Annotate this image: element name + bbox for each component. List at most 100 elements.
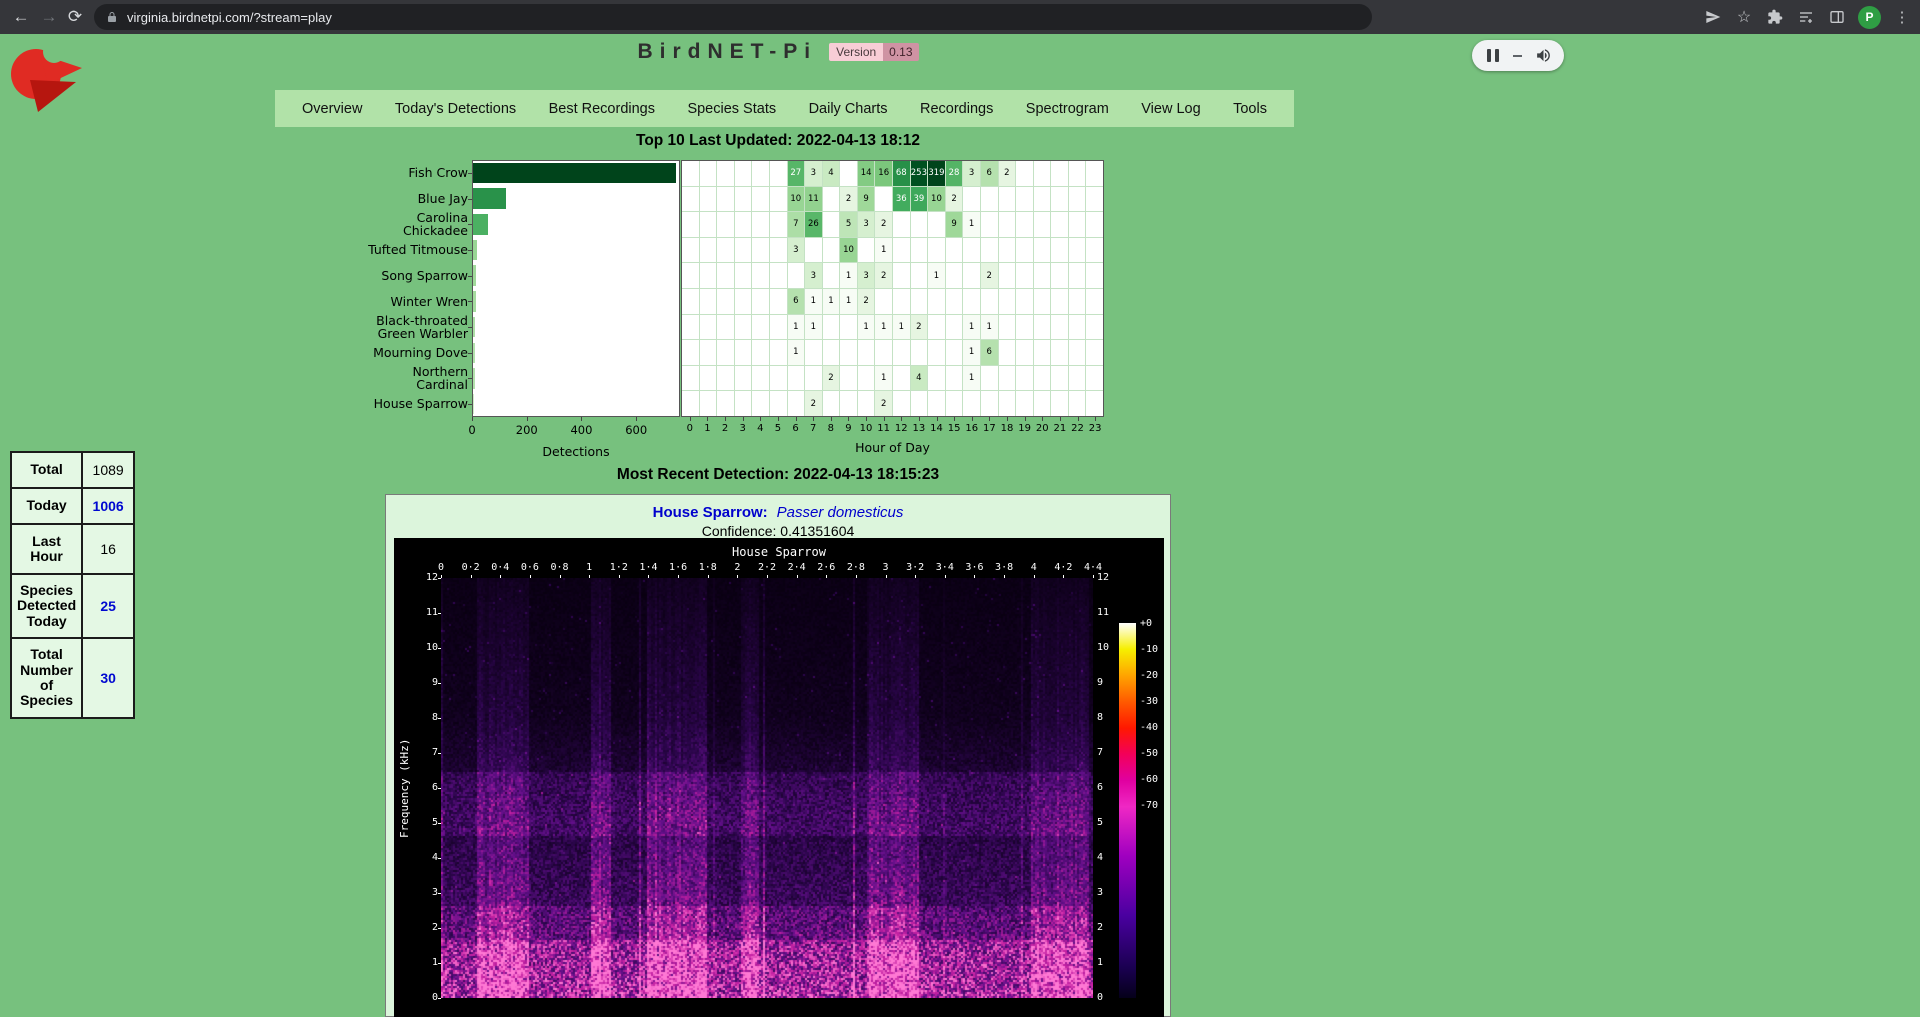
heatmap-cell (999, 187, 1016, 212)
x-axis-tick (527, 417, 528, 421)
heatmap-cell (946, 315, 963, 340)
hour-tick-label: 21 (1051, 423, 1069, 434)
spectrogram-ylabel: Frequency (kHz) (398, 578, 411, 998)
heatmap-cell: 6 (981, 161, 998, 186)
spectrogram-time-tick (619, 575, 620, 578)
detection-bar (473, 163, 676, 184)
reading-list-icon[interactable] (1796, 7, 1816, 27)
reload-button[interactable]: ⟳ (62, 4, 88, 30)
url-text: virginia.birdnetpi.com/?stream=play (127, 10, 332, 25)
nav-item-recordings[interactable]: Recordings (920, 101, 993, 117)
hour-tick-label: 23 (1086, 423, 1104, 434)
nav-item-tools[interactable]: Tools (1233, 101, 1267, 117)
spectrogram-freq-label-left: 5 (414, 817, 438, 828)
menu-kebab-icon[interactable]: ⋮ (1892, 7, 1912, 27)
nav-item-best-recordings[interactable]: Best Recordings (549, 101, 655, 117)
heatmap-cell (1016, 187, 1033, 212)
heatmap-cell (770, 238, 787, 263)
heatmap-cell: 2 (981, 263, 998, 288)
heatmap-cell (717, 289, 734, 314)
heatmap-cell: 1 (893, 315, 910, 340)
heatmap-cell (1016, 366, 1033, 391)
heatmap-cell: 4 (911, 366, 928, 391)
back-button[interactable]: ← (8, 4, 34, 30)
heatmap-cell (770, 315, 787, 340)
spectrogram-freq-tick (438, 578, 441, 579)
hour-axis-tick (1095, 417, 1096, 421)
nav-item-spectrogram[interactable]: Spectrogram (1026, 101, 1109, 117)
heatmap-cell (735, 340, 752, 365)
spectrogram-time-tick (1093, 575, 1094, 578)
profile-avatar[interactable]: P (1858, 6, 1881, 29)
spectrogram-db-label: -40 (1140, 722, 1176, 733)
y-axis-tick (468, 199, 472, 200)
heatmap-cell (928, 238, 945, 263)
heatmap-cell (1051, 238, 1068, 263)
heatmap-cell: 1 (963, 315, 980, 340)
address-bar[interactable]: virginia.birdnetpi.com/?stream=play (94, 4, 1372, 30)
spectrogram-time-label: 4 (1031, 562, 1037, 573)
heatmap-cell (752, 340, 769, 365)
heatmap-cell (893, 340, 910, 365)
y-axis-tick (468, 378, 472, 379)
spectrogram-freq-label-left: 2 (414, 922, 438, 933)
spectrogram-freq-label-left: 4 (414, 852, 438, 863)
y-axis-tick (468, 404, 472, 405)
heatmap-cell (1069, 391, 1086, 416)
nav-item-species-stats[interactable]: Species Stats (687, 101, 776, 117)
detection-bar (473, 214, 488, 235)
detection-bar (473, 291, 476, 312)
send-icon[interactable] (1703, 7, 1723, 27)
spectrogram-db-label: -50 (1140, 748, 1176, 759)
heatmap-cell (735, 263, 752, 288)
stat-value[interactable]: 1006 (82, 488, 134, 524)
nav-item-today-s-detections[interactable]: Today's Detections (395, 101, 516, 117)
spectrogram-freq-label-left: 1 (414, 957, 438, 968)
heatmap-cell: 1 (875, 315, 892, 340)
hour-tick-label: 13 (910, 423, 928, 434)
heatmap-cell (946, 263, 963, 288)
nav-item-view-log[interactable]: View Log (1141, 101, 1200, 117)
forward-button[interactable]: → (36, 4, 62, 30)
extensions-puzzle-icon[interactable] (1765, 7, 1785, 27)
heatmap-cell (735, 212, 752, 237)
spectrogram-db-label: -20 (1140, 670, 1176, 681)
stats-row: Total Number of Species30 (11, 638, 134, 718)
heatmap-cell: 1 (788, 315, 805, 340)
heatmap-cell (858, 366, 875, 391)
detection-species[interactable]: House Sparrow: (653, 504, 768, 521)
heatmap-cell (752, 289, 769, 314)
spectrogram-time-label: 3·8 (995, 562, 1013, 573)
heatmap-cell: 9 (946, 212, 963, 237)
side-panel-icon[interactable] (1827, 7, 1847, 27)
heatmap-cell (999, 263, 1016, 288)
heatmap-cell (981, 238, 998, 263)
bar-category-label: Tufted Titmouse (368, 237, 468, 263)
spectrogram-time-tick (737, 575, 738, 578)
browser-chrome: ← → ⟳ virginia.birdnetpi.com/?stream=pla… (0, 0, 1920, 34)
detection-panel: House Sparrow:Passer domesticus Confiden… (385, 494, 1171, 1017)
heatmap-cell (1034, 161, 1051, 186)
x-axis-tick (472, 417, 473, 421)
nav-item-daily-charts[interactable]: Daily Charts (809, 101, 888, 117)
spectrogram-freq-tick (438, 823, 441, 824)
heatmap-cell (1051, 366, 1068, 391)
spectrogram-time-tick (500, 575, 501, 578)
spectrogram-freq-label-left: 7 (414, 747, 438, 758)
heatmap-cell (946, 289, 963, 314)
heatmap-cell (1086, 315, 1103, 340)
heatmap-cell: 2 (875, 391, 892, 416)
heatmap-cell (840, 340, 857, 365)
spectrogram-time-label: 1·2 (610, 562, 628, 573)
spectrogram-freq-label-left: 11 (414, 607, 438, 618)
heatmap-cell: 5 (840, 212, 857, 237)
stat-value[interactable]: 30 (82, 638, 134, 718)
hour-axis-tick (972, 417, 973, 421)
heatmap-cell: 27 (788, 161, 805, 186)
bookmark-star-icon[interactable]: ☆ (1734, 7, 1754, 27)
nav-item-overview[interactable]: Overview (302, 101, 362, 117)
hour-tick-label: 22 (1069, 423, 1087, 434)
heatmap-cell (999, 212, 1016, 237)
stat-value[interactable]: 25 (82, 574, 134, 638)
heatmap-cell (770, 391, 787, 416)
